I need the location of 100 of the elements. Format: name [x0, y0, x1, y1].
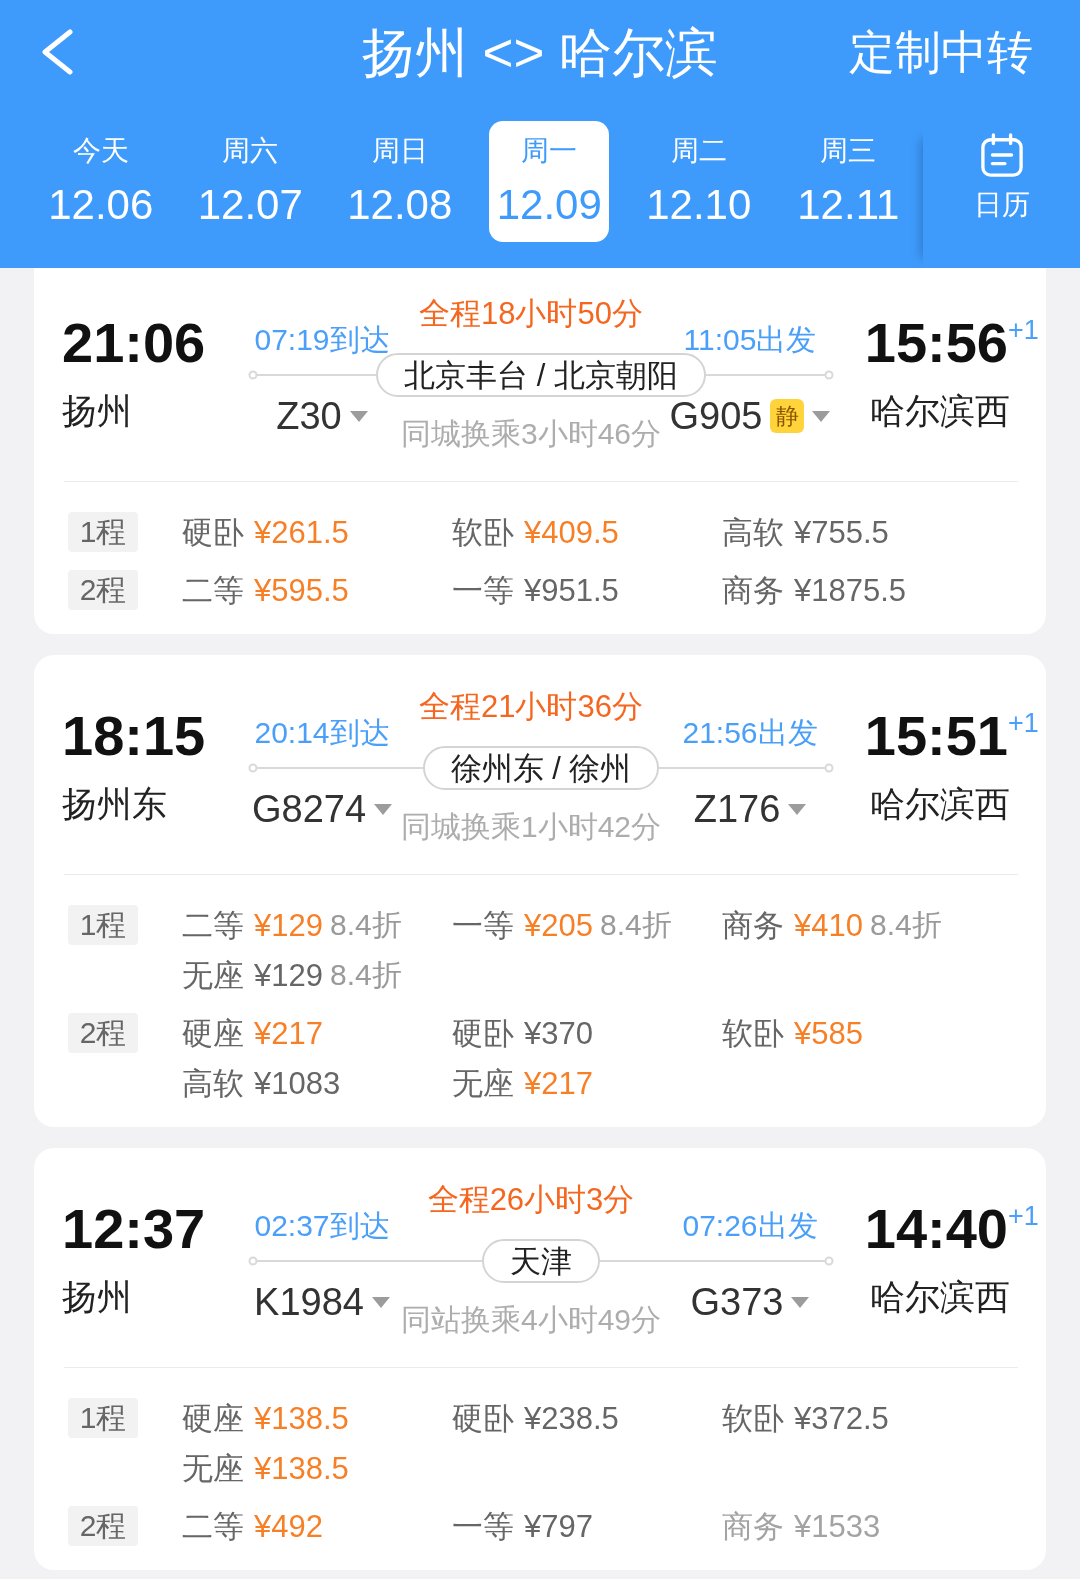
- departure-station: 扬州东: [62, 786, 167, 821]
- discount-label: 8.4折: [599, 910, 672, 940]
- seat-price: ¥409.5: [524, 516, 619, 548]
- total-duration: 全程26小时3分: [427, 1184, 635, 1219]
- leg-label: 1程: [68, 905, 138, 945]
- seat-price: ¥951.5: [524, 574, 619, 606]
- date-tab[interactable]: 周三 12.11: [788, 121, 909, 242]
- train-number: K1984: [254, 1283, 364, 1321]
- arrival-time: 20:14到达: [254, 718, 390, 748]
- caret-icon[interactable]: [349, 410, 368, 422]
- leg-label: 1程: [68, 1398, 138, 1438]
- seat-type: 软卧: [722, 1017, 784, 1049]
- seat-price: ¥585: [794, 1017, 863, 1049]
- seat-type: 商务: [722, 1510, 784, 1542]
- train-number: G905: [669, 397, 763, 435]
- seat-price: ¥205: [524, 909, 593, 941]
- seat-price: ¥797: [524, 1510, 593, 1542]
- date-tab[interactable]: 今天 12.06: [40, 121, 161, 242]
- date-tab[interactable]: 周日 12.08: [339, 121, 460, 242]
- transfer-station: 徐州东 / 徐州: [422, 746, 660, 790]
- seat-price: ¥410: [794, 909, 863, 941]
- seat-price: ¥129: [254, 959, 323, 991]
- arrival-station: 哈尔滨西: [870, 1279, 1010, 1314]
- seat-price: ¥1875.5: [794, 574, 907, 606]
- discount-label: 8.4折: [329, 960, 402, 990]
- departure-time: 21:06: [62, 315, 206, 371]
- departure-time: 21:56出发: [682, 718, 818, 748]
- day-offset-label: +1: [1008, 710, 1039, 737]
- caret-icon[interactable]: [374, 803, 393, 815]
- day-offset-label: +1: [1008, 1203, 1039, 1230]
- seat-type: 一等: [452, 909, 514, 941]
- seat-price: ¥217: [524, 1067, 593, 1099]
- seat-price: ¥372.5: [794, 1402, 889, 1434]
- leg-label: 2程: [68, 1013, 138, 1053]
- custom-transfer-button[interactable]: 定制中转: [849, 29, 1033, 75]
- seat-type: 硬卧: [452, 1017, 514, 1049]
- train-number: G373: [690, 1283, 784, 1321]
- seat-type: 一等: [452, 574, 514, 606]
- total-duration: 全程21小时36分: [419, 691, 643, 726]
- arrival-time: 15:51: [864, 708, 1008, 764]
- transfer-station: 天津: [482, 1239, 600, 1283]
- caret-icon[interactable]: [812, 410, 831, 422]
- train-number: Z176: [693, 790, 781, 828]
- seat-price: ¥755.5: [794, 516, 889, 548]
- calendar-icon: [980, 133, 1023, 177]
- date-tab[interactable]: 周六 12.07: [190, 121, 311, 242]
- seat-type: 无座: [182, 959, 244, 991]
- transfer-note: 同站换乘4小时49分: [400, 1305, 662, 1335]
- arrival-station: 哈尔滨西: [870, 786, 1010, 821]
- leg-label: 2程: [68, 570, 138, 610]
- discount-label: 8.4折: [869, 910, 942, 940]
- quiet-badge: 静: [770, 399, 805, 433]
- train-number: G8274: [251, 790, 367, 828]
- date-tab[interactable]: 周一 12.09: [489, 121, 610, 242]
- departure-station: 扬州: [62, 1279, 132, 1314]
- seat-type: 硬座: [182, 1017, 244, 1049]
- leg-label: 1程: [68, 512, 138, 552]
- seat-price: ¥261.5: [254, 516, 349, 548]
- departure-time: 11:05出发: [683, 325, 817, 355]
- arrival-time: 02:37到达: [254, 1211, 390, 1241]
- departure-time: 12:37: [62, 1201, 206, 1257]
- seat-price: ¥370: [524, 1017, 593, 1049]
- seat-type: 一等: [452, 1510, 514, 1542]
- seat-type: 商务: [722, 574, 784, 606]
- transfer-note: 同城换乘1小时42分: [400, 812, 662, 842]
- arrival-time: 14:40: [864, 1201, 1008, 1257]
- train-number: Z30: [276, 397, 342, 435]
- seat-price: ¥492: [254, 1510, 323, 1542]
- seat-type: 无座: [182, 1452, 244, 1484]
- seat-type: 高软: [182, 1067, 244, 1099]
- seat-type: 二等: [182, 574, 244, 606]
- calendar-button[interactable]: 日历: [923, 129, 1080, 268]
- arrival-station: 哈尔滨西: [870, 393, 1010, 428]
- back-icon[interactable]: [40, 29, 74, 75]
- caret-icon[interactable]: [371, 1296, 390, 1308]
- seat-type: 软卧: [722, 1402, 784, 1434]
- date-tab[interactable]: 周二 12.10: [638, 121, 759, 242]
- departure-station: 扬州: [62, 393, 132, 428]
- caret-icon[interactable]: [791, 1296, 810, 1308]
- transfer-note: 同城换乘3小时46分: [400, 419, 662, 449]
- departure-time: 18:15: [62, 708, 206, 764]
- transfer-station: 北京丰台 / 北京朝阳: [376, 353, 706, 397]
- seat-price: ¥1533: [794, 1510, 881, 1542]
- seat-price: ¥217: [254, 1017, 323, 1049]
- departure-time: 07:26出发: [682, 1211, 818, 1241]
- seat-type: 硬卧: [182, 516, 244, 548]
- discount-label: 8.4折: [329, 910, 402, 940]
- seat-type: 二等: [182, 1510, 244, 1542]
- arrival-time: 07:19到达: [254, 325, 390, 355]
- total-duration: 全程18小时50分: [419, 298, 643, 333]
- seat-price: ¥238.5: [524, 1402, 619, 1434]
- leg-label: 2程: [68, 1506, 138, 1546]
- seat-type: 硬卧: [452, 1402, 514, 1434]
- seat-type: 无座: [452, 1067, 514, 1099]
- seat-type: 高软: [722, 516, 784, 548]
- day-offset-label: +1: [1008, 317, 1039, 344]
- route-title: 扬州 <> 哈尔滨: [361, 25, 719, 79]
- caret-icon[interactable]: [788, 803, 807, 815]
- arrival-time: 15:56: [864, 315, 1008, 371]
- seat-type: 商务: [722, 909, 784, 941]
